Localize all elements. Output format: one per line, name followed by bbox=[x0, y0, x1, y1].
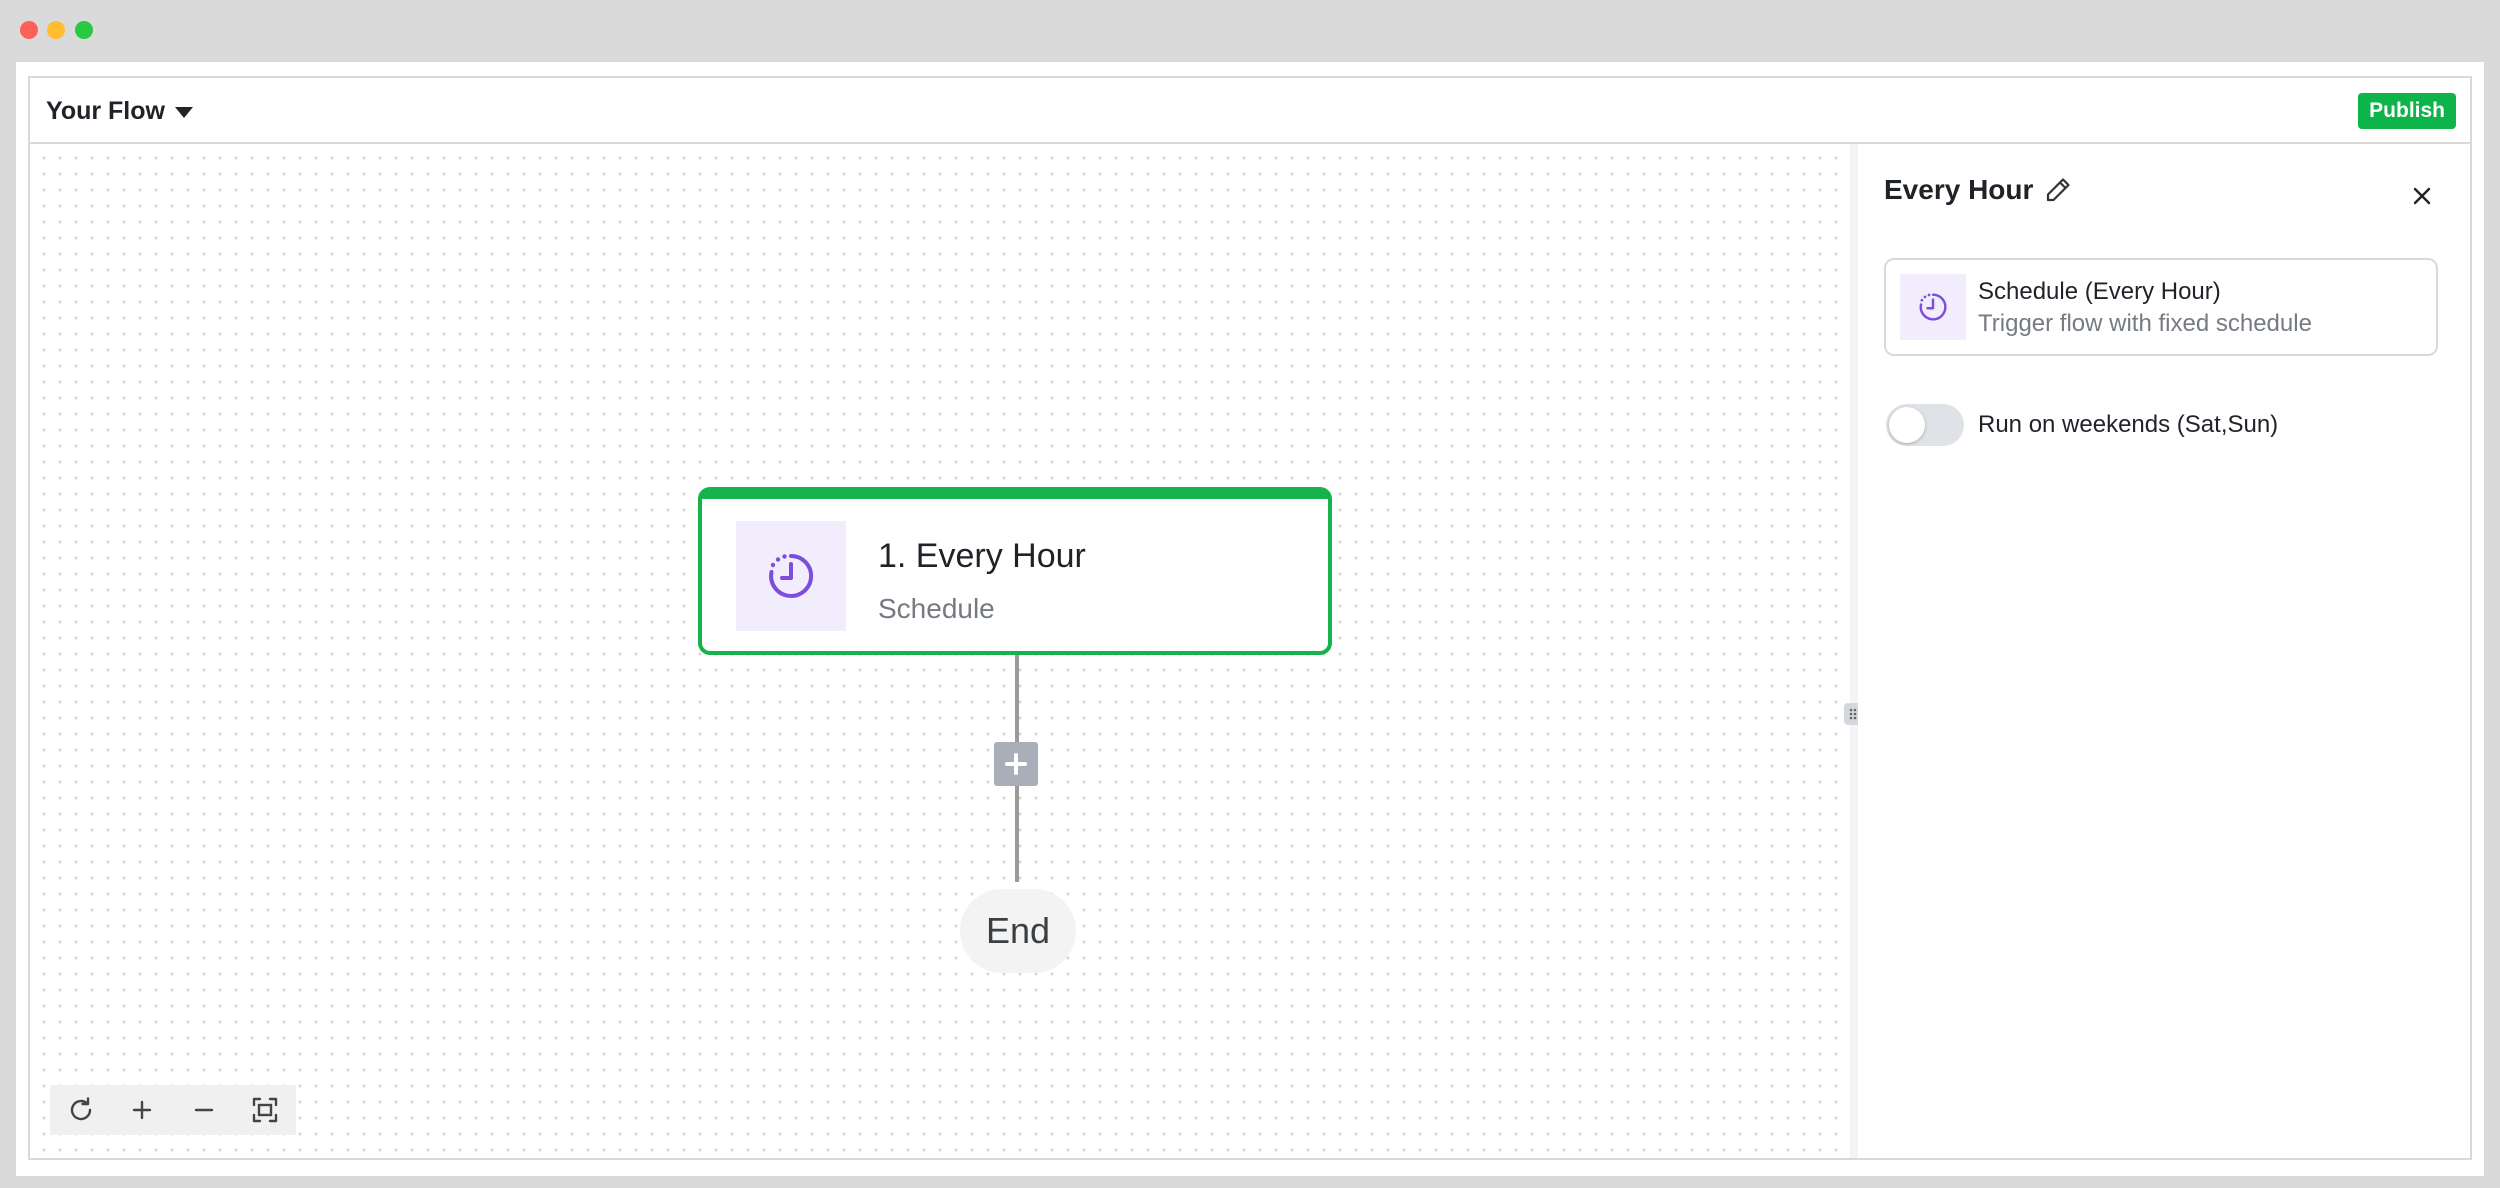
weekend-toggle[interactable] bbox=[1886, 404, 1964, 446]
fit-view-icon bbox=[253, 1097, 278, 1123]
canvas-controls bbox=[50, 1085, 296, 1135]
weekend-toggle-row: Run on weekends (Sat,Sun) bbox=[1886, 404, 2278, 446]
trigger-summary-card[interactable]: Schedule (Every Hour) Trigger flow with … bbox=[1884, 258, 2438, 356]
minimize-window-icon[interactable] bbox=[47, 21, 65, 39]
panel-divider bbox=[1850, 144, 1858, 1158]
zoom-in-icon bbox=[133, 1100, 152, 1120]
pencil-icon[interactable] bbox=[2043, 175, 2073, 205]
trigger-description: Trigger flow with fixed schedule bbox=[1978, 310, 2312, 337]
flow-title-dropdown[interactable]: Your Flow bbox=[46, 78, 193, 144]
trigger-node-subtitle: Schedule bbox=[878, 593, 995, 624]
window-titlebar bbox=[0, 0, 2500, 62]
zoom-in-button[interactable] bbox=[119, 1087, 165, 1133]
close-window-icon[interactable] bbox=[20, 21, 38, 39]
app-window: Your Flow Publish 1. Every Hour Schedule… bbox=[16, 62, 2484, 1176]
step-settings-panel: Every Hour Schedule (Every Hour) Trigger… bbox=[1858, 144, 2470, 1158]
schedule-clock-icon bbox=[736, 521, 846, 631]
weekend-toggle-label: Run on weekends (Sat,Sun) bbox=[1978, 411, 2279, 438]
refresh-button[interactable] bbox=[58, 1087, 104, 1133]
flow-editor: Your Flow Publish 1. Every Hour Schedule… bbox=[28, 76, 2472, 1160]
flow-title: Your Flow bbox=[46, 96, 165, 125]
trigger-node-title: 1. Every Hour bbox=[878, 537, 1086, 575]
panel-title-row: Every Hour bbox=[1884, 174, 2073, 206]
trigger-node[interactable]: 1. Every Hour Schedule bbox=[698, 487, 1332, 655]
panel-title: Every Hour bbox=[1884, 174, 2034, 205]
maximize-window-icon[interactable] bbox=[75, 21, 93, 39]
zoom-out-icon bbox=[194, 1108, 213, 1112]
close-icon bbox=[2413, 187, 2431, 205]
publish-button[interactable]: Publish bbox=[2358, 93, 2456, 129]
drag-handle-icon bbox=[1849, 708, 1857, 720]
fit-view-button[interactable] bbox=[242, 1087, 288, 1133]
toggle-knob bbox=[1889, 407, 1925, 443]
plus-icon bbox=[1005, 753, 1027, 775]
end-node: End bbox=[960, 889, 1076, 973]
caret-down-icon bbox=[174, 106, 193, 118]
zoom-out-button[interactable] bbox=[181, 1087, 227, 1133]
close-panel-button[interactable] bbox=[2408, 182, 2436, 210]
schedule-clock-icon bbox=[1900, 274, 1966, 340]
editor-header: Your Flow Publish bbox=[30, 78, 2470, 144]
flow-canvas[interactable]: 1. Every Hour Schedule End bbox=[30, 144, 1850, 1158]
refresh-icon bbox=[70, 1097, 91, 1121]
trigger-name: Schedule (Every Hour) bbox=[1978, 278, 2221, 305]
add-step-button[interactable] bbox=[994, 742, 1038, 786]
